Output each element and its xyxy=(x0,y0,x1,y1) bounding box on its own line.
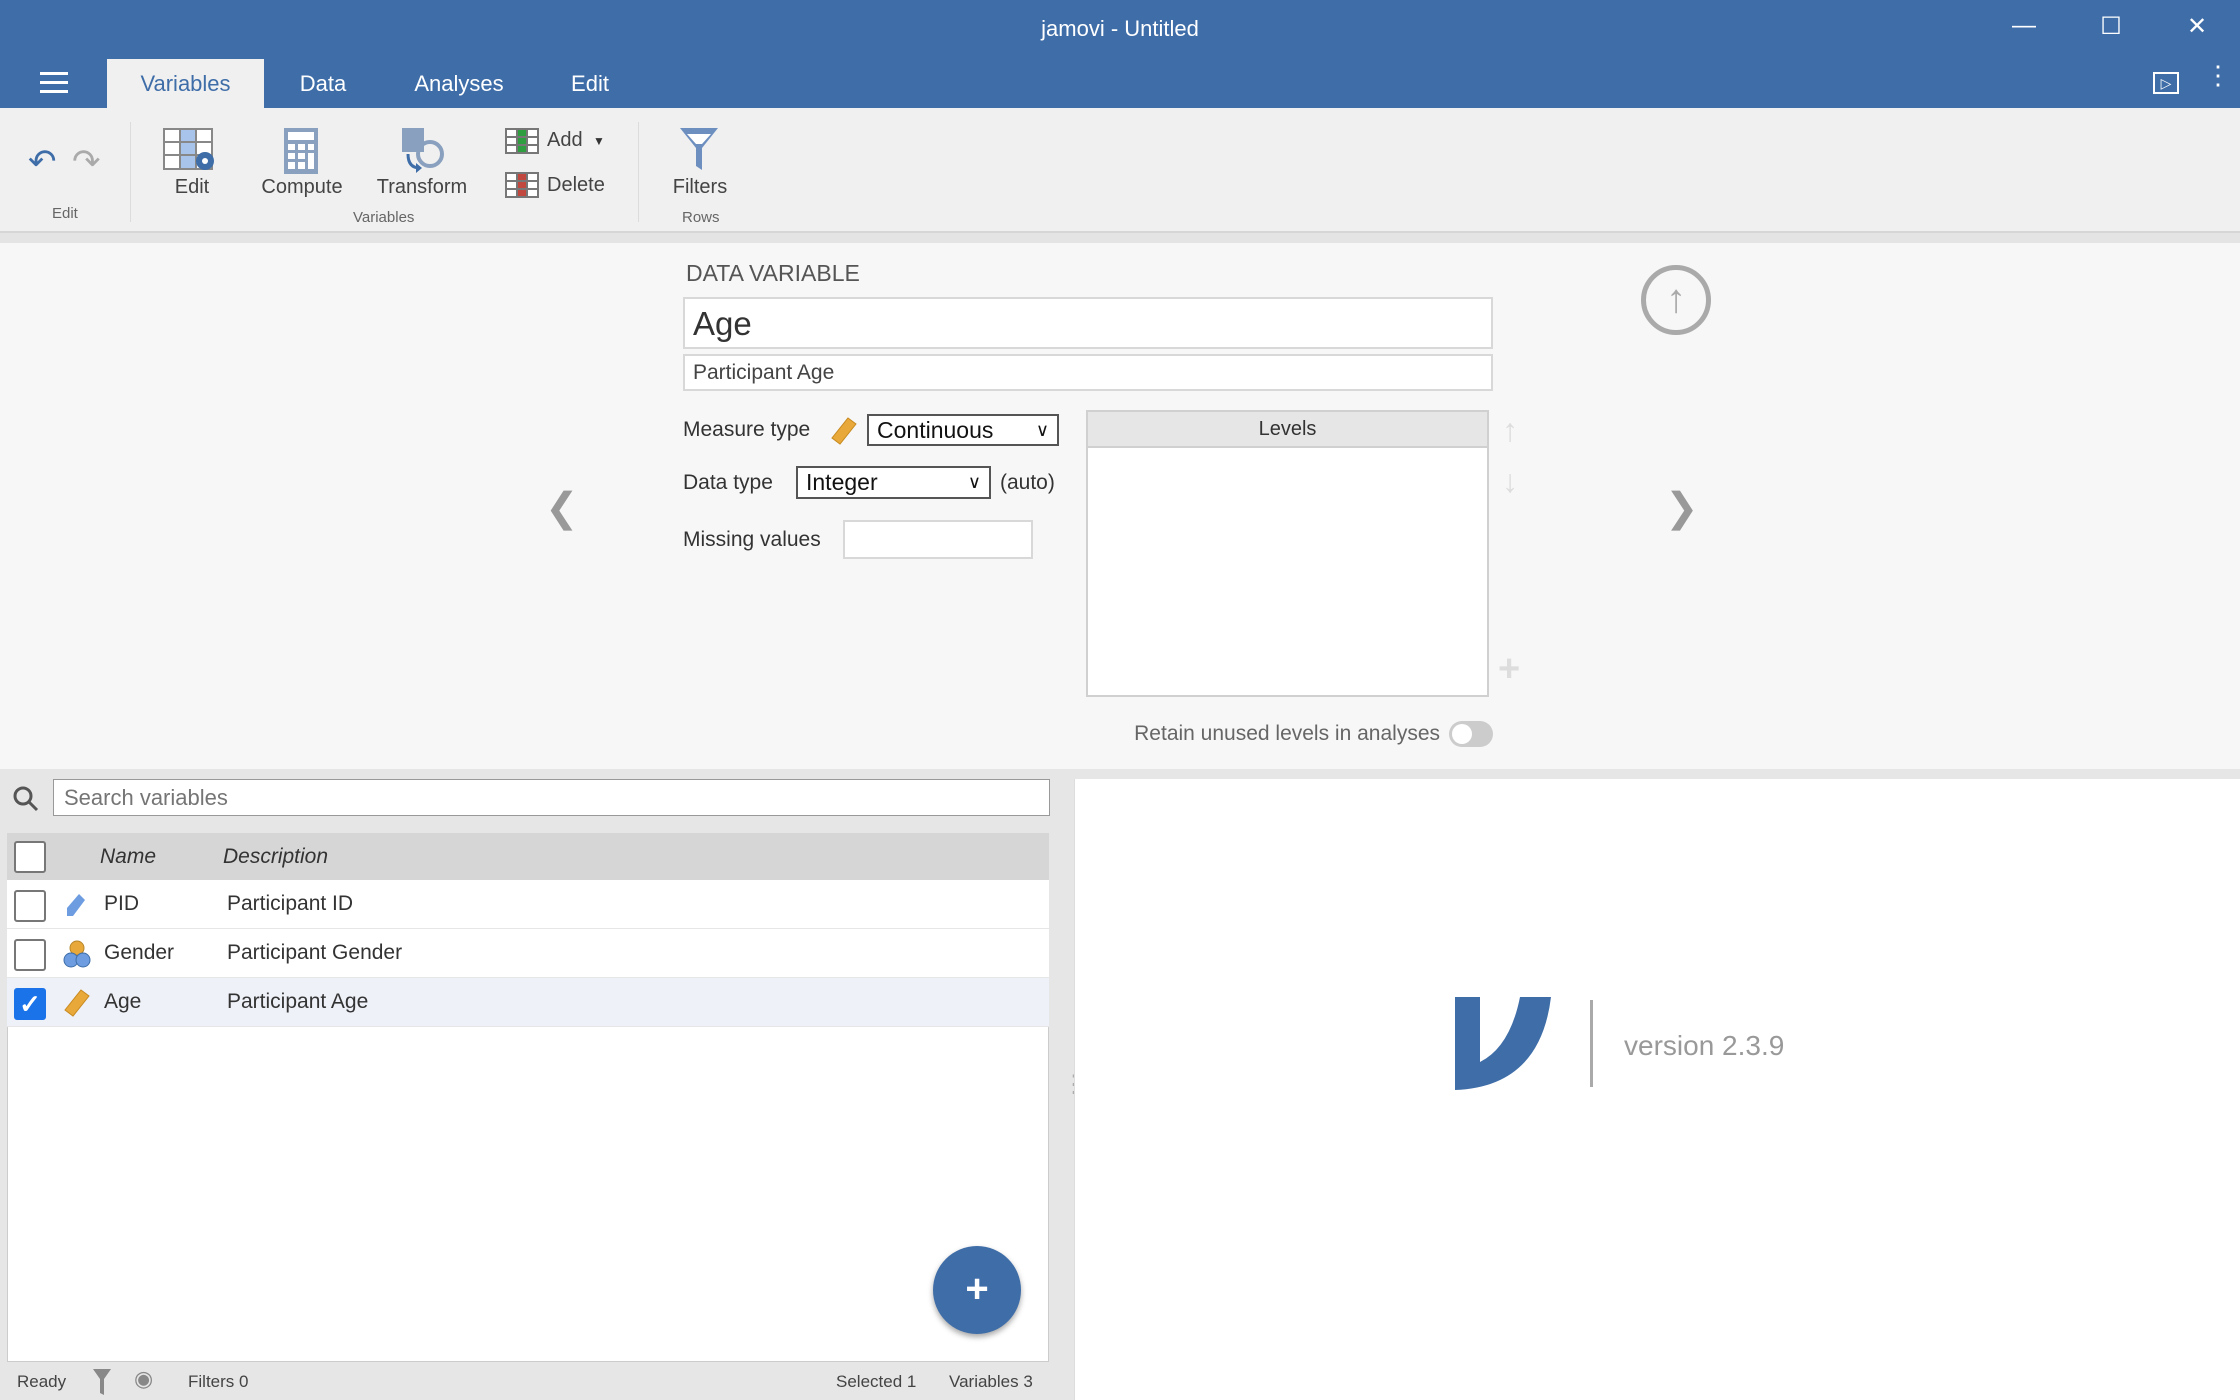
measure-type-value: Continuous xyxy=(877,417,994,443)
section-title: DATA VARIABLE xyxy=(686,260,860,286)
search-icon xyxy=(13,786,39,812)
variable-name: Age xyxy=(104,990,142,1013)
row-checkbox[interactable] xyxy=(14,890,46,922)
data-type-select[interactable]: Integer ∨ xyxy=(796,466,991,499)
results-panel xyxy=(1074,779,2240,1400)
table-header: Name Description xyxy=(7,833,1049,880)
add-button[interactable]: Add xyxy=(547,129,583,152)
retain-unused-levels-label: Retain unused levels in analyses xyxy=(1134,722,1440,745)
menu-icon[interactable] xyxy=(40,72,68,93)
continuous-ruler-icon xyxy=(64,989,90,1017)
tab-edit[interactable]: Edit xyxy=(560,59,620,108)
filter-icon[interactable] xyxy=(92,1368,112,1396)
logo-divider xyxy=(1590,1000,1593,1087)
ribbon xyxy=(0,108,2240,231)
undo-icon[interactable]: ↶ xyxy=(28,142,57,182)
edit-variable-icon xyxy=(163,128,214,170)
data-type-auto: (auto) xyxy=(1000,471,1055,494)
transform-icon xyxy=(402,128,444,173)
column-header-name: Name xyxy=(100,845,157,868)
more-options-icon[interactable]: ⋮ xyxy=(2205,62,2231,88)
delete-button[interactable]: Delete xyxy=(547,174,605,197)
compute-icon xyxy=(284,128,318,174)
status-filters: Filters 0 xyxy=(188,1372,249,1391)
toggle-panel-icon[interactable]: ▷ xyxy=(2153,72,2179,94)
chevron-down-icon: ∨ xyxy=(967,472,981,492)
ribbon-divider xyxy=(0,231,2240,243)
table-row[interactable]: PID Participant ID xyxy=(7,880,1049,929)
group-label-rows: Rows xyxy=(682,209,720,226)
variable-description: Participant ID xyxy=(227,892,354,915)
previous-variable-button[interactable]: ❮ xyxy=(545,485,579,531)
window-title: jamovi - Untitled xyxy=(1041,16,1199,41)
variable-description: Participant Age xyxy=(227,990,369,1013)
ribbon-separator xyxy=(638,122,639,222)
close-button[interactable]: ✕ xyxy=(2177,12,2217,41)
status-variables: Variables 3 xyxy=(949,1372,1033,1391)
ribbon-separator xyxy=(130,122,131,222)
filter-icon xyxy=(680,128,718,170)
missing-values-label: Missing values xyxy=(683,528,821,551)
group-label-edit: Edit xyxy=(52,205,78,222)
filters-button[interactable]: Filters xyxy=(660,176,740,199)
maximize-button[interactable]: ☐ xyxy=(2091,12,2131,41)
row-checkbox[interactable] xyxy=(14,939,46,971)
measure-type-select[interactable]: Continuous ∨ xyxy=(867,414,1059,446)
compute-button[interactable]: Compute xyxy=(250,176,354,199)
group-label-variables: Variables xyxy=(353,209,415,226)
variable-name: PID xyxy=(104,892,140,915)
collapse-editor-button[interactable]: ↑ xyxy=(1641,265,1711,335)
row-checkbox-checked[interactable]: ✓ xyxy=(14,988,46,1020)
select-all-checkbox[interactable] xyxy=(14,841,46,873)
status-ready: Ready xyxy=(17,1372,67,1391)
column-header-description: Description xyxy=(223,845,329,868)
table-row[interactable]: ✓ Age Participant Age xyxy=(7,978,1049,1027)
variable-description-input[interactable]: Participant Age xyxy=(683,354,1493,391)
levels-list[interactable]: Levels xyxy=(1086,410,1489,697)
delete-variable-icon xyxy=(505,172,539,198)
tab-analyses[interactable]: Analyses xyxy=(404,59,514,108)
variable-name: Gender xyxy=(104,941,175,964)
measure-type-label: Measure type xyxy=(683,418,811,441)
status-selected: Selected 1 xyxy=(836,1372,917,1391)
data-type-value: Integer xyxy=(806,469,878,495)
minimize-button[interactable]: — xyxy=(2004,12,2044,40)
variable-description: Participant Gender xyxy=(227,941,403,964)
missing-values-input[interactable] xyxy=(843,520,1033,559)
continuous-ruler-icon xyxy=(831,417,857,445)
table-row[interactable]: Gender Participant Gender xyxy=(7,929,1049,978)
add-variable-icon xyxy=(505,128,539,154)
tab-variables[interactable]: Variables xyxy=(107,59,264,108)
eye-icon[interactable]: ◉ xyxy=(134,1366,153,1392)
nominal-icon xyxy=(63,940,91,968)
transform-button[interactable]: Transform xyxy=(366,176,478,199)
data-type-label: Data type xyxy=(683,471,773,494)
levels-header: Levels xyxy=(1088,412,1487,448)
edit-button[interactable]: Edit xyxy=(150,176,234,199)
add-variable-fab[interactable]: + xyxy=(933,1246,1021,1334)
search-input[interactable] xyxy=(53,779,1050,816)
id-icon xyxy=(67,894,85,916)
chevron-down-icon: ∨ xyxy=(1035,420,1049,440)
add-level-icon[interactable]: + xyxy=(1498,648,1520,691)
retain-unused-levels-toggle[interactable] xyxy=(1449,721,1493,747)
redo-icon[interactable]: ↷ xyxy=(72,142,101,182)
jamovi-logo xyxy=(1455,997,1551,1090)
move-level-up-icon[interactable]: ↑ xyxy=(1502,412,1518,449)
move-level-down-icon[interactable]: ↓ xyxy=(1502,463,1518,500)
variable-name-input[interactable]: Age xyxy=(683,297,1493,349)
dropdown-arrow-icon[interactable]: ▼ xyxy=(593,134,605,148)
version-text: version 2.3.9 xyxy=(1624,1030,1785,1061)
next-variable-button[interactable]: ❯ xyxy=(1665,485,1699,531)
tab-data[interactable]: Data xyxy=(283,59,363,108)
